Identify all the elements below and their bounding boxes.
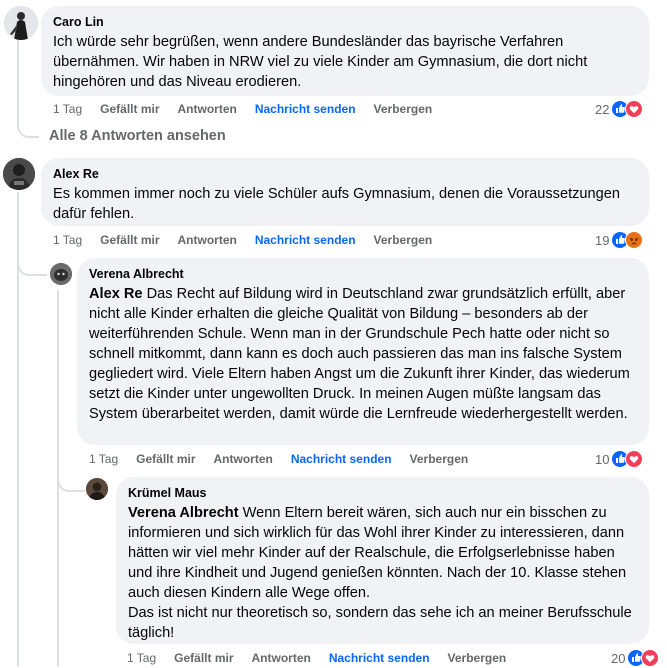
comment-time[interactable]: 1 Tag — [127, 651, 156, 665]
comment-bubble: Caro Lin Ich würde sehr begrüßen, wenn a… — [41, 6, 649, 96]
comment-author[interactable]: Alex Re — [53, 166, 637, 183]
avatar[interactable] — [50, 263, 72, 285]
reaction-summary[interactable]: 20 — [611, 648, 660, 668]
comment-author[interactable]: Verena Albrecht — [89, 266, 637, 283]
reaction-count: 19 — [595, 232, 610, 248]
comment-body: Das Recht auf Bildung wird in Deutschlan… — [89, 286, 630, 422]
send-message-button[interactable]: Nachricht senden — [255, 233, 356, 247]
thread-curve-alex — [17, 256, 47, 276]
comment-time[interactable]: 1 Tag — [89, 452, 118, 466]
view-more-replies-link[interactable]: Alle 8 Antworten ansehen — [49, 128, 226, 144]
hide-button[interactable]: Verbergen — [448, 651, 507, 665]
mention-link[interactable]: Verena Albrecht — [128, 505, 239, 521]
comment-actions: 1 Tag Gefällt mir Antworten Nachricht se… — [89, 449, 486, 469]
send-message-button[interactable]: Nachricht senden — [255, 102, 356, 116]
comment-actions: 1 Tag Gefällt mir Antworten Nachricht se… — [53, 99, 450, 119]
comment-text: Alex Re Das Recht auf Bildung wird in De… — [89, 284, 637, 424]
reply-button[interactable]: Antworten — [214, 452, 273, 466]
avatar[interactable] — [4, 6, 38, 40]
comment-bubble: Krümel Maus Verena Albrecht Wenn Eltern … — [116, 477, 649, 644]
comment-time[interactable]: 1 Tag — [53, 233, 82, 247]
comment-author[interactable]: Krümel Maus — [128, 485, 637, 502]
avatar-person-icon — [3, 158, 35, 190]
reaction-summary[interactable]: 19 — [595, 230, 644, 250]
hide-button[interactable]: Verbergen — [374, 233, 433, 247]
reply-button[interactable]: Antworten — [178, 102, 237, 116]
like-button[interactable]: Gefällt mir — [100, 102, 159, 116]
hide-button[interactable]: Verbergen — [374, 102, 433, 116]
comment-actions: 1 Tag Gefällt mir Antworten Nachricht se… — [53, 230, 450, 250]
thread-line-caro — [17, 40, 19, 126]
reaction-summary[interactable]: 22 — [595, 99, 644, 119]
hide-button[interactable]: Verbergen — [410, 452, 469, 466]
comment-time[interactable]: 1 Tag — [53, 102, 82, 116]
avatar-silhouette-icon — [4, 6, 38, 40]
reply-button[interactable]: Antworten — [178, 233, 237, 247]
love-icon — [625, 100, 644, 118]
comment-actions: 1 Tag Gefällt mir Antworten Nachricht se… — [127, 648, 524, 668]
love-icon — [641, 649, 660, 667]
like-button[interactable]: Gefällt mir — [174, 651, 233, 665]
send-message-button[interactable]: Nachricht senden — [329, 651, 430, 665]
avatar[interactable] — [3, 158, 35, 190]
reaction-count: 22 — [595, 101, 610, 117]
comment-author[interactable]: Caro Lin — [53, 14, 637, 31]
avatar-photo-icon — [86, 478, 108, 500]
mention-link[interactable]: Alex Re — [89, 286, 143, 302]
send-message-button[interactable]: Nachricht senden — [291, 452, 392, 466]
thread-curve-caro — [17, 120, 39, 138]
reaction-count: 20 — [611, 650, 626, 666]
reaction-summary[interactable]: 10 — [595, 449, 644, 469]
comment-text: Es kommen immer noch zu viele Schüler au… — [53, 186, 621, 222]
avatar[interactable] — [86, 478, 108, 500]
like-button[interactable]: Gefällt mir — [100, 233, 159, 247]
thread-curve-verena — [57, 474, 85, 492]
comment-bubble: Verena Albrecht Alex Re Das Recht auf Bi… — [77, 258, 649, 445]
comment-text: Ich würde sehr begrüßen, wenn andere Bun… — [53, 34, 588, 90]
reply-button[interactable]: Antworten — [252, 651, 311, 665]
avatar-pet-icon — [50, 263, 72, 285]
love-icon — [625, 450, 644, 468]
reaction-count: 10 — [595, 451, 610, 467]
like-button[interactable]: Gefällt mir — [136, 452, 195, 466]
comment-bubble: Alex Re Es kommen immer noch zu viele Sc… — [41, 158, 649, 226]
comment-body: Wenn Eltern bereit wären, sich auch nur … — [128, 505, 632, 641]
comment-text: Verena Albrecht Wenn Eltern bereit wären… — [128, 503, 637, 643]
angry-icon — [625, 231, 644, 249]
